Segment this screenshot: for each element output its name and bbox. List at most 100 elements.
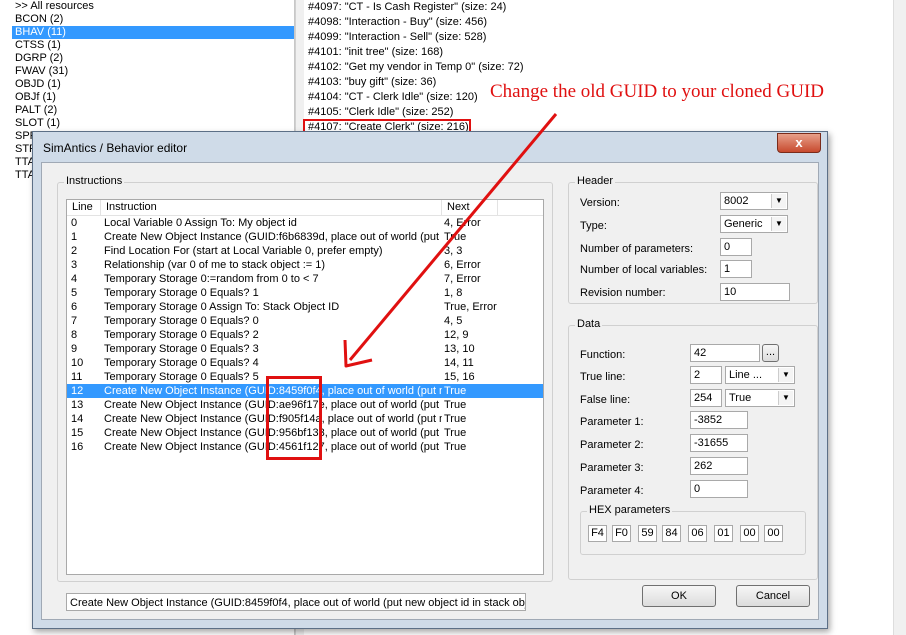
param4-field[interactable]: 0 bbox=[690, 480, 748, 498]
table-row[interactable]: 8 Temporary Storage 0 Equals? 2 12, 9 bbox=[67, 328, 543, 342]
hex-field[interactable]: 06 bbox=[688, 525, 707, 542]
bhav-item[interactable]: #4101: "init tree" (size: 168) bbox=[304, 45, 906, 60]
instruction-cell: Create New Object Instance (GUID:f6b6839… bbox=[104, 231, 442, 243]
line-cell: 7 bbox=[71, 315, 78, 327]
table-row[interactable]: 10 Temporary Storage 0 Equals? 4 14, 11 bbox=[67, 356, 543, 370]
param2-field[interactable]: -31655 bbox=[690, 434, 748, 452]
next-cell: 13, 10 bbox=[444, 343, 475, 355]
function-field[interactable]: 42 bbox=[690, 344, 760, 362]
close-button[interactable]: x bbox=[777, 133, 821, 153]
table-row[interactable]: 5 Temporary Storage 0 Equals? 1 1, 8 bbox=[67, 286, 543, 300]
params-field[interactable]: 0 bbox=[720, 238, 752, 256]
line-cell: 10 bbox=[71, 357, 84, 369]
table-row[interactable]: 1 Create New Object Instance (GUID:f6b683… bbox=[67, 230, 543, 244]
table-row[interactable]: 2 Find Location For (start at Local Varia… bbox=[67, 244, 543, 258]
instruction-cell: Temporary Storage 0 Equals? 2 bbox=[104, 329, 259, 341]
next-cell: True bbox=[444, 413, 467, 425]
browse-function-button[interactable]: ... bbox=[762, 344, 779, 362]
param2-label: Parameter 2: bbox=[580, 439, 644, 451]
param1-field[interactable]: -3852 bbox=[690, 411, 748, 429]
line-cell: 5 bbox=[71, 287, 78, 299]
table-row[interactable]: 9 Temporary Storage 0 Equals? 3 13, 10 bbox=[67, 342, 543, 356]
resource-item[interactable]: FWAV (31) bbox=[12, 65, 294, 78]
hex-field[interactable]: 00 bbox=[740, 525, 759, 542]
table-row[interactable]: 6 Temporary Storage 0 Assign To: Stack Ob… bbox=[67, 300, 543, 314]
table-header: Line Instruction Next bbox=[67, 200, 543, 216]
true-line-field[interactable]: 2 bbox=[690, 366, 722, 384]
hex-field[interactable]: 84 bbox=[662, 525, 681, 542]
line-cell: 15 bbox=[71, 427, 84, 439]
hex-field[interactable]: 59 bbox=[638, 525, 657, 542]
true-mode-select[interactable]: Line ... ▼ bbox=[725, 366, 795, 384]
chevron-down-icon: ▼ bbox=[778, 368, 793, 382]
resource-item[interactable]: OBJD (1) bbox=[12, 78, 294, 91]
next-cell: 1, 8 bbox=[444, 287, 463, 299]
table-row[interactable]: 3 Relationship (var 0 of me to stack obje… bbox=[67, 258, 543, 272]
hex-field[interactable]: 01 bbox=[714, 525, 733, 542]
next-cell: True, Error bbox=[444, 301, 497, 313]
chevron-down-icon: ▼ bbox=[771, 217, 786, 231]
column-instruction[interactable]: Instruction bbox=[101, 200, 442, 215]
param3-field[interactable]: 262 bbox=[690, 457, 748, 475]
resource-item-selected[interactable]: BHAV (11) bbox=[12, 26, 294, 39]
next-cell: 15, 16 bbox=[444, 371, 475, 383]
resource-item[interactable]: BCON (2) bbox=[12, 13, 294, 26]
column-next[interactable]: Next bbox=[442, 200, 498, 215]
type-label: Type: bbox=[580, 220, 607, 232]
next-cell: 14, 11 bbox=[444, 357, 474, 369]
instruction-cell: Temporary Storage 0 Assign To: Stack Obj… bbox=[104, 301, 340, 313]
param3-label: Parameter 3: bbox=[580, 462, 644, 474]
annotation-text: Change the old GUID to your cloned GUID bbox=[490, 81, 825, 102]
dialog-title-bar[interactable]: SimAntics / Behavior editor x bbox=[33, 132, 827, 162]
line-cell: 8 bbox=[71, 329, 78, 341]
param1-label: Parameter 1: bbox=[580, 416, 644, 428]
next-cell: True bbox=[444, 385, 467, 397]
next-cell: True bbox=[444, 441, 467, 453]
line-cell: 4 bbox=[71, 273, 78, 285]
hex-field[interactable]: F4 bbox=[588, 525, 607, 542]
cancel-button[interactable]: Cancel bbox=[736, 585, 810, 607]
resource-item[interactable]: PALT (2) bbox=[12, 104, 294, 117]
line-cell: 13 bbox=[71, 399, 84, 411]
dialog-client: Instructions Line Instruction Next 0 Loca… bbox=[41, 162, 819, 620]
resource-item[interactable]: SLOT (1) bbox=[12, 117, 294, 130]
header-label: Header bbox=[575, 175, 616, 187]
column-line[interactable]: Line bbox=[67, 200, 101, 215]
bhav-item[interactable]: #4099: "Interaction - Sell" (size: 528) bbox=[304, 30, 906, 45]
bhav-item[interactable]: #4102: "Get my vendor in Temp 0" (size: … bbox=[304, 60, 906, 75]
next-cell: 3, 3 bbox=[444, 245, 463, 257]
true-line-label: True line: bbox=[580, 371, 626, 383]
bhav-item[interactable]: #4105: "Clerk Idle" (size: 252) bbox=[304, 105, 906, 120]
close-icon: x bbox=[795, 135, 803, 150]
resource-item[interactable]: DGRP (2) bbox=[12, 52, 294, 65]
next-cell: True bbox=[444, 399, 467, 411]
chevron-down-icon: ▼ bbox=[771, 194, 786, 208]
instruction-description-field[interactable]: Create New Object Instance (GUID:8459f0f… bbox=[66, 593, 526, 611]
false-line-field[interactable]: 254 bbox=[690, 389, 722, 407]
resource-item-all[interactable]: >> All resources bbox=[12, 0, 294, 13]
instruction-cell: Find Location For (start at Local Variab… bbox=[104, 245, 383, 257]
bhav-item[interactable]: #4097: "CT - Is Cash Register" (size: 24… bbox=[304, 0, 906, 15]
table-row[interactable]: 4 Temporary Storage 0:=random from 0 to <… bbox=[67, 272, 543, 286]
resource-item[interactable]: OBJf (1) bbox=[12, 91, 294, 104]
line-cell: 2 bbox=[71, 245, 78, 257]
hex-field[interactable]: 00 bbox=[764, 525, 783, 542]
ok-button[interactable]: OK bbox=[642, 585, 716, 607]
hex-field[interactable]: F0 bbox=[612, 525, 631, 542]
table-row[interactable]: 7 Temporary Storage 0 Equals? 0 4, 5 bbox=[67, 314, 543, 328]
instructions-label: Instructions bbox=[64, 175, 125, 187]
instruction-cell: Temporary Storage 0 Equals? 3 bbox=[104, 343, 259, 355]
version-select[interactable]: 8002 ▼ bbox=[720, 192, 788, 210]
line-cell: 0 bbox=[71, 217, 78, 229]
revision-field[interactable]: 10 bbox=[720, 283, 790, 301]
next-cell: True bbox=[444, 231, 467, 243]
resource-item[interactable]: CTSS (1) bbox=[12, 39, 294, 52]
table-row[interactable]: 0 Local Variable 0 Assign To: My object i… bbox=[67, 216, 543, 230]
locals-field[interactable]: 1 bbox=[720, 260, 752, 278]
instruction-cell: Relationship (var 0 of me to stack objec… bbox=[104, 259, 326, 271]
type-select[interactable]: Generic ▼ bbox=[720, 215, 788, 233]
false-mode-select[interactable]: True ▼ bbox=[725, 389, 795, 407]
false-line-label: False line: bbox=[580, 394, 631, 406]
bhav-list-scrollbar[interactable] bbox=[893, 0, 906, 635]
bhav-item[interactable]: #4098: "Interaction - Buy" (size: 456) bbox=[304, 15, 906, 30]
